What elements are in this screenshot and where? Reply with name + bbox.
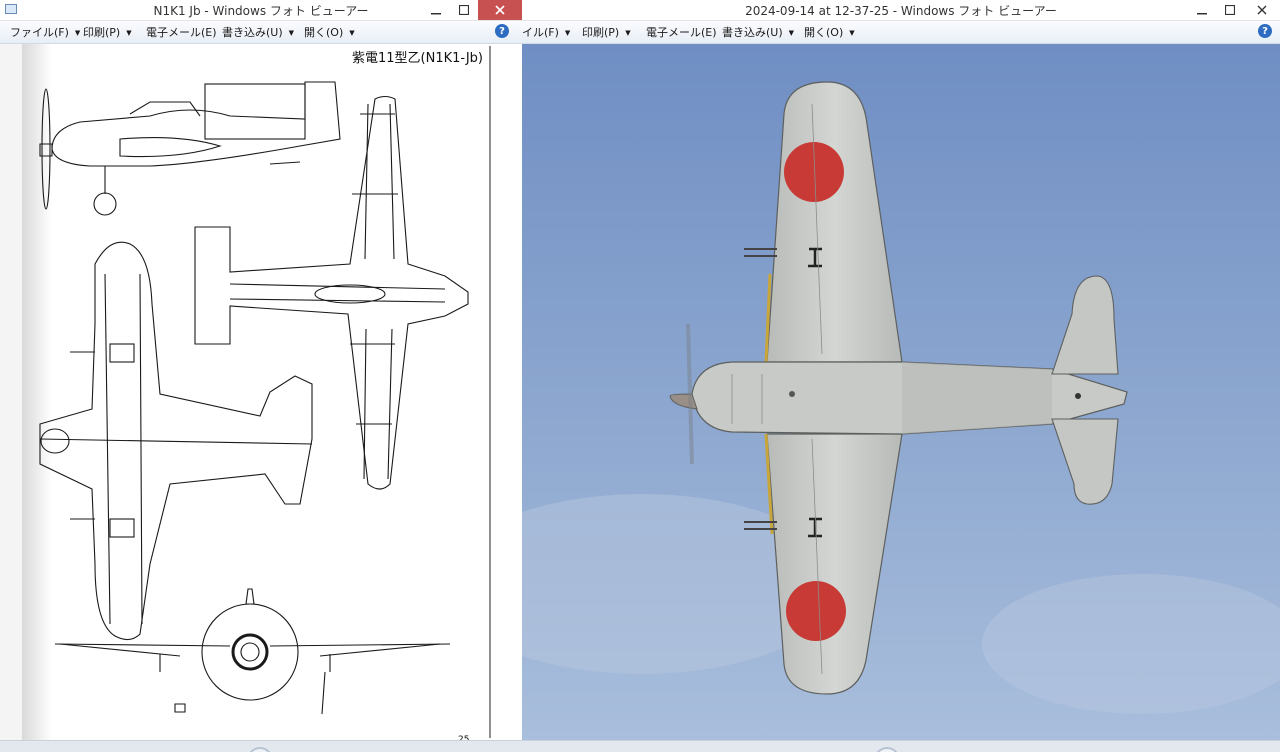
chevron-down-icon: ▼ xyxy=(74,29,81,37)
menu-email[interactable]: 電子メール(E) xyxy=(146,24,217,40)
menu-label: ファイル(F) xyxy=(10,26,69,39)
close-icon xyxy=(495,5,505,15)
chevron-down-icon: ▼ xyxy=(564,29,571,37)
menu-file[interactable]: イル(F) ▼ xyxy=(522,24,570,40)
menu-print[interactable]: 印刷(P) ▼ xyxy=(582,24,631,40)
menu-file[interactable]: ファイル(F) ▼ xyxy=(10,24,80,40)
title-bar[interactable]: 2024-09-14 at 12-37-25 - Windows フォト ビュー… xyxy=(522,0,1280,21)
menu-bar: ファイル(F) ▼ 印刷(P) ▼ 電子メール(E) 書き込み(U) ▼ 開く(O) ▼… xyxy=(0,21,522,44)
chevron-down-icon: ▼ xyxy=(126,29,132,37)
menu-label: 印刷(P) xyxy=(83,26,121,39)
chevron-down-icon: ▼ xyxy=(349,29,355,37)
title-bar[interactable]: N1K1 Jb - Windows フォト ビューアー xyxy=(0,0,522,21)
menu-label: イル(F) xyxy=(522,26,559,39)
menu-burn[interactable]: 書き込み(U) ▼ xyxy=(722,24,794,40)
photo-viewer-window-right: 2024-09-14 at 12-37-25 - Windows フォト ビュー… xyxy=(522,0,1280,752)
minimize-icon xyxy=(431,13,441,15)
blueprint-image: 紫電11型乙(N1K1-Jb) 25 xyxy=(22,44,522,740)
menu-label: 印刷(P) xyxy=(582,26,620,39)
menu-label: 電子メール(E) xyxy=(146,26,217,39)
photo-viewer-window-left: N1K1 Jb - Windows フォト ビューアー ファイル(F) ▼ 印刷(… xyxy=(0,0,522,752)
help-icon[interactable]: ? xyxy=(1258,24,1272,38)
caption-buttons xyxy=(422,0,522,20)
minimize-button[interactable] xyxy=(422,0,450,20)
slideshow-button[interactable] xyxy=(874,747,900,752)
menu-label: 開く(O) xyxy=(304,26,344,39)
chevron-down-icon: ▼ xyxy=(625,29,631,37)
help-icon[interactable]: ? xyxy=(495,24,509,38)
menu-bar: イル(F) ▼ 印刷(P) ▼ 電子メール(E) 書き込み(U) ▼ 開く(O) ▼ ? xyxy=(522,21,1280,44)
caption-buttons xyxy=(1188,0,1280,20)
close-button[interactable] xyxy=(1244,0,1280,20)
menu-open[interactable]: 開く(O) ▼ xyxy=(304,24,355,40)
roundel-lower xyxy=(786,581,846,641)
window-title: 2024-09-14 at 12-37-25 - Windows フォト ビュー… xyxy=(745,4,1057,18)
menu-print[interactable]: 印刷(P) ▼ xyxy=(83,24,132,40)
menu-burn[interactable]: 書き込み(U) ▼ xyxy=(222,24,294,40)
drawing-title: 紫電11型乙(N1K1-Jb) xyxy=(352,51,483,66)
bottom-toolbar xyxy=(522,740,1280,752)
maximize-button[interactable] xyxy=(1216,0,1244,20)
menu-email[interactable]: 電子メール(E) xyxy=(646,24,717,40)
chevron-down-icon: ▼ xyxy=(288,29,295,37)
maximize-icon xyxy=(1225,5,1235,15)
maximize-icon xyxy=(459,5,469,15)
image-viewport[interactable] xyxy=(522,44,1280,740)
chevron-down-icon: ▼ xyxy=(849,29,855,37)
slideshow-button[interactable] xyxy=(247,747,273,752)
menu-label: 書き込み(U) xyxy=(722,26,783,39)
menu-label: 書き込み(U) xyxy=(222,26,283,39)
maximize-button[interactable] xyxy=(450,0,478,20)
menu-label: 開く(O) xyxy=(804,26,844,39)
aircraft-photo xyxy=(522,44,1280,740)
close-icon xyxy=(1257,5,1267,15)
minimize-icon xyxy=(1197,13,1207,15)
minimize-button[interactable] xyxy=(1188,0,1216,20)
close-button[interactable] xyxy=(478,0,522,20)
chevron-down-icon: ▼ xyxy=(788,29,795,37)
bottom-toolbar xyxy=(0,740,522,752)
menu-label: 電子メール(E) xyxy=(646,26,717,39)
image-viewport[interactable]: 紫電11型乙(N1K1-Jb) 25 xyxy=(0,44,522,740)
menu-open[interactable]: 開く(O) ▼ xyxy=(804,24,855,40)
